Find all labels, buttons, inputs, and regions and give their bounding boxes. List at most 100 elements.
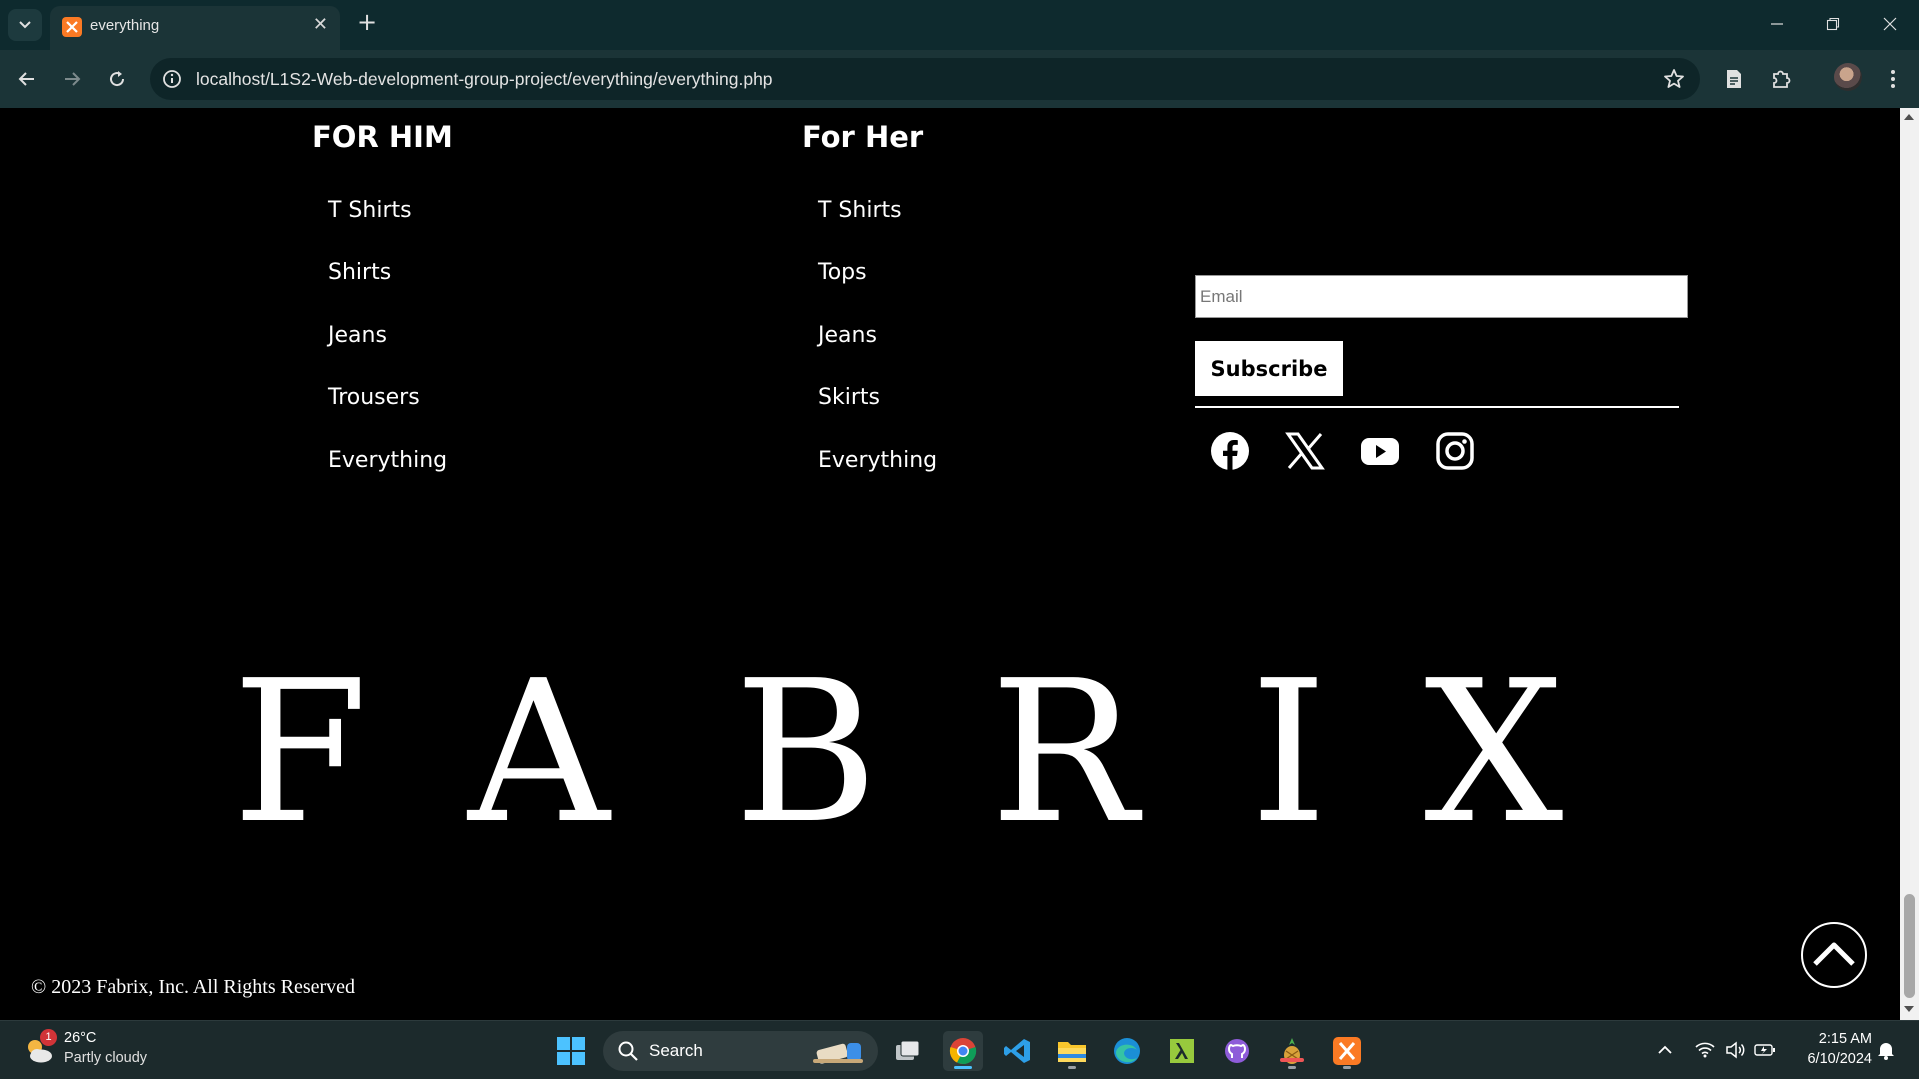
chrome-taskbar-button[interactable] [943,1031,983,1071]
browser-tab[interactable]: everything ✕ [50,6,340,50]
battery-button[interactable] [1753,1038,1777,1062]
bookmark-star-icon[interactable] [1662,67,1686,91]
url-text[interactable]: localhost/L1S2-Web-development-group-pro… [196,69,773,90]
file-explorer-taskbar-button[interactable] [1052,1031,1092,1071]
pineapple-app-taskbar-button[interactable] [1272,1031,1312,1071]
browser-menu-button[interactable] [1877,63,1909,95]
for-him-link-trousers[interactable]: Trousers [328,385,420,410]
more-vert-icon [1891,70,1895,88]
for-him-heading: FOR HIM [312,120,453,154]
arrow-left-icon [18,72,34,86]
facebook-icon[interactable] [1209,430,1251,472]
for-him-link-jeans[interactable]: Jeans [328,323,387,348]
chevron-down-icon [19,21,31,29]
restore-button[interactable] [1811,8,1855,40]
lambda-icon [1170,1039,1194,1063]
subscribe-button[interactable]: Subscribe [1195,341,1343,396]
chevron-up-icon [1658,1045,1672,1054]
taskbar-search[interactable]: Search [603,1031,878,1071]
windows-start-icon[interactable] [556,1036,586,1066]
notifications-button[interactable] [1874,1038,1898,1062]
github-desktop-taskbar-button[interactable] [1217,1031,1257,1071]
address-bar[interactable]: localhost/L1S2-Web-development-group-pro… [150,58,1700,100]
task-view-icon [896,1040,920,1060]
youtube-icon[interactable] [1359,430,1401,472]
page-scrollbar[interactable] [1900,108,1919,1020]
tab-close-icon[interactable]: ✕ [313,14,328,35]
for-him-link-everything[interactable]: Everything [328,448,447,473]
lambda-app-taskbar-button[interactable] [1162,1031,1202,1071]
scrollbar-thumb[interactable] [1904,894,1915,998]
clock-date[interactable]: 6/10/2024 [1790,1051,1872,1067]
brand-letter-a: A [468,639,610,867]
reload-icon [110,71,125,87]
running-indicator [954,1066,972,1069]
pineapple-icon [1280,1038,1304,1064]
edge-taskbar-button[interactable] [1107,1031,1147,1071]
scroll-down-arrow-icon[interactable] [1904,1006,1914,1012]
back-to-top-button[interactable] [1801,922,1867,988]
search-highlight-icon [813,1043,863,1064]
vscode-taskbar-button[interactable] [998,1031,1038,1071]
brand-letter-b: B [734,639,879,867]
copyright-text: © 2023 Fabrix, Inc. All Rights Reserved [31,976,356,998]
x-icon[interactable] [1284,430,1326,472]
new-tab-button[interactable]: + [352,8,382,40]
speaker-icon [1726,1041,1745,1059]
tab-title: everything [90,17,160,34]
volume-button[interactable] [1723,1038,1747,1062]
site-info-icon[interactable] [160,67,184,91]
newsletter-divider [1195,406,1679,408]
back-button[interactable] [11,63,43,95]
for-her-link-jeans[interactable]: Jeans [818,323,877,348]
reading-list-button[interactable] [1718,63,1750,95]
notification-badge: 1 [40,1029,57,1046]
vscode-icon [1004,1039,1030,1063]
newsletter-email-input[interactable] [1195,275,1688,318]
search-label: Search [649,1041,703,1060]
for-him-link-tshirts[interactable]: T Shirts [328,198,412,223]
brand-letter-f: F [232,639,368,867]
minimize-button[interactable] [1755,8,1799,40]
battery-charging-icon [1754,1044,1775,1056]
extensions-button[interactable] [1765,63,1797,95]
for-him-link-shirts[interactable]: Shirts [328,260,391,285]
instagram-icon[interactable] [1434,430,1476,472]
brand-letter-x: X [1424,639,1564,867]
close-icon [1883,17,1897,31]
tab-search-button[interactable] [8,9,42,41]
folder-icon [1058,1042,1086,1062]
clock-time[interactable]: 2:15 AM [1800,1031,1872,1047]
xampp-taskbar-button[interactable] [1327,1031,1367,1071]
profile-avatar[interactable] [1834,63,1862,91]
forward-button[interactable] [56,63,88,95]
xampp-favicon-icon [62,17,82,37]
bell-icon [1878,1043,1894,1060]
search-icon [618,1041,638,1061]
task-view-button[interactable] [888,1031,928,1071]
for-her-link-tops[interactable]: Tops [818,260,867,285]
weather-temperature: 26°C [64,1030,97,1046]
for-her-heading: For Her [802,120,924,154]
arrow-right-icon [65,72,81,86]
taskbar: 1 26°C Partly cloudy Search 2:15 AM 6/10… [0,1020,1919,1079]
for-her-link-skirts[interactable]: Skirts [818,385,880,410]
document-icon [1727,70,1741,88]
xampp-icon [1333,1037,1361,1065]
reload-button[interactable] [101,63,133,95]
chevron-up-icon [1813,942,1855,966]
for-her-link-tshirts[interactable]: T Shirts [818,198,902,223]
for-her-link-everything[interactable]: Everything [818,448,937,473]
scroll-up-arrow-icon[interactable] [1904,114,1914,120]
running-indicator [1288,1066,1296,1069]
close-window-button[interactable] [1868,8,1912,40]
wifi-icon [1695,1042,1715,1058]
edge-icon [1114,1038,1140,1064]
network-button[interactable] [1693,1038,1717,1062]
running-indicator [1068,1066,1076,1069]
weather-description: Partly cloudy [64,1050,148,1066]
brand-letter-i: I [1250,639,1328,867]
show-hidden-icons-button[interactable] [1653,1038,1677,1062]
chrome-icon [949,1038,977,1065]
restore-icon [1826,17,1840,31]
